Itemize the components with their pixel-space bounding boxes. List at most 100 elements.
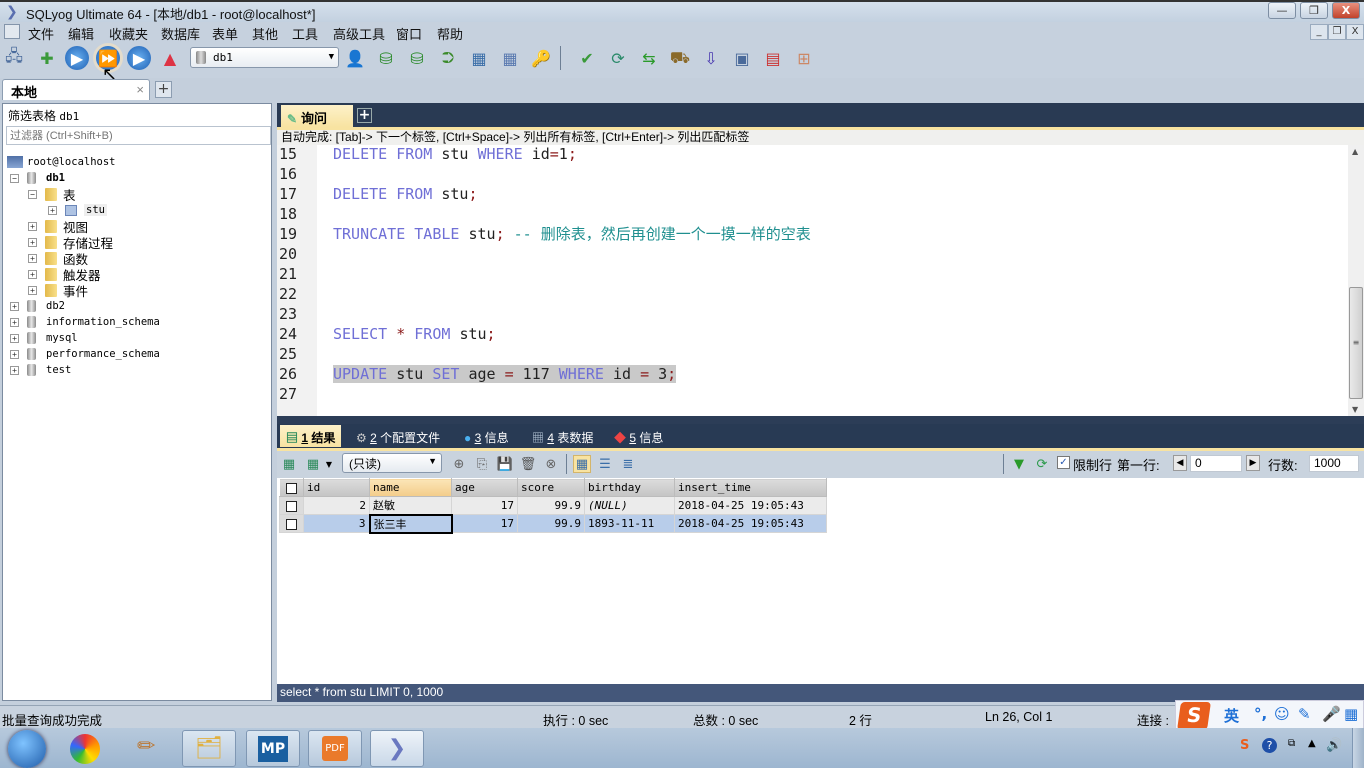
- menu-window[interactable]: 窗口: [396, 24, 422, 43]
- grid-view-icon[interactable]: ▦: [573, 455, 591, 473]
- tab-info[interactable]: ● 3 信息: [458, 425, 515, 447]
- execute-query-icon[interactable]: ▶: [65, 46, 89, 70]
- expand-icon[interactable]: +: [48, 205, 57, 215]
- new-query-icon[interactable]: ✚: [35, 46, 59, 70]
- expand-icon[interactable]: +: [28, 269, 37, 279]
- sql-validate-icon[interactable]: ✔: [575, 46, 599, 70]
- tray-network-icon[interactable]: ⧉: [1288, 738, 1295, 749]
- table-data-icon[interactable]: ▦: [498, 46, 522, 70]
- minimize-button[interactable]: —: [1268, 2, 1296, 19]
- table-row[interactable]: 3 张三丰 17 99.9 1893-11-11 2018-04-25 19:0…: [279, 513, 827, 534]
- column-header-birthday[interactable]: birthday: [584, 478, 675, 497]
- add-query-tab-button[interactable]: +: [357, 108, 372, 123]
- cell-score[interactable]: 99.9: [517, 514, 585, 533]
- tab-info-2[interactable]: ◆ 5 信息: [608, 425, 669, 447]
- start-button[interactable]: [8, 730, 46, 768]
- toolbox-icon[interactable]: ▦: [1344, 705, 1358, 723]
- tree-db-db2[interactable]: + db2: [10, 298, 65, 314]
- prev-page-button[interactable]: ◀: [1173, 455, 1187, 471]
- column-header-name[interactable]: name: [369, 478, 452, 497]
- tab-result[interactable]: ▤ 1 结果: [280, 425, 342, 447]
- tray-volume-icon[interactable]: 🔊: [1326, 738, 1342, 753]
- color-app-icon[interactable]: [70, 734, 100, 764]
- paint-app-icon[interactable]: ✏: [137, 734, 155, 759]
- table-row[interactable]: 2 赵敏 17 99.9 (NULL) 2018-04-25 19:05:43: [279, 496, 827, 515]
- restore-db-icon[interactable]: ⛁: [405, 46, 429, 70]
- tree-db-mysql[interactable]: + mysql: [10, 330, 78, 346]
- menu-tools[interactable]: 工具: [292, 24, 318, 43]
- sogou-logo-icon[interactable]: S: [1177, 702, 1211, 730]
- mdi-restore-button[interactable]: ❐: [1328, 24, 1346, 40]
- scheduled-job-icon[interactable]: ▣: [730, 46, 754, 70]
- filter-input[interactable]: [6, 126, 271, 145]
- microphone-icon[interactable]: 🎤: [1322, 705, 1341, 723]
- tree-db-db1[interactable]: − db1: [10, 170, 65, 186]
- cell-score[interactable]: 99.9: [517, 496, 585, 515]
- line-code[interactable]: DELETE FROM stu;: [333, 185, 478, 203]
- expand-icon[interactable]: +: [28, 221, 37, 231]
- refresh-icon[interactable]: ⟳: [1033, 455, 1051, 473]
- tree-folder-tables[interactable]: − 表: [28, 186, 76, 203]
- line-code[interactable]: UPDATE stu SET age = 117 WHERE id = 3;: [333, 365, 677, 383]
- ime-toolbar[interactable]: S 英 °, ☺ ✎ 🎤 ▦: [1175, 700, 1364, 730]
- user-manager-icon[interactable]: 👤: [343, 46, 367, 70]
- cell-birthday[interactable]: (NULL): [584, 496, 675, 515]
- tree-db-performance-schema[interactable]: + performance_schema: [10, 346, 160, 362]
- show-desktop-button[interactable]: [1352, 728, 1364, 768]
- add-connection-tab-button[interactable]: +: [155, 81, 172, 98]
- tab-profile[interactable]: ⚙ 2 个配置文件: [350, 425, 446, 447]
- expand-icon[interactable]: +: [28, 237, 37, 247]
- menu-advanced-tools[interactable]: 高级工具: [333, 24, 385, 43]
- pen-icon[interactable]: ✎: [1298, 705, 1311, 723]
- expand-icon[interactable]: +: [28, 285, 37, 295]
- menu-other[interactable]: 其他: [252, 24, 278, 43]
- export-table-icon[interactable]: ▦: [467, 46, 491, 70]
- compare-schema-icon[interactable]: ⇆: [637, 46, 661, 70]
- backup-db-icon[interactable]: ⛁: [374, 46, 398, 70]
- ime-punct-toggle[interactable]: °,: [1254, 705, 1267, 723]
- taskbar-pdf[interactable]: PDF: [308, 730, 362, 767]
- mdi-close-button[interactable]: X: [1346, 24, 1364, 40]
- scroll-up-icon[interactable]: ▲: [1352, 147, 1358, 156]
- column-header-insert-time[interactable]: insert_time: [674, 478, 827, 497]
- new-connection-icon[interactable]: 🖧: [2, 46, 26, 70]
- form-view-icon[interactable]: ☰: [596, 455, 614, 473]
- taskbar-mp[interactable]: MP: [246, 730, 300, 767]
- first-row-input[interactable]: 0: [1190, 455, 1242, 472]
- line-code[interactable]: DELETE FROM stu WHERE id=1;: [333, 145, 577, 163]
- database-selector[interactable]: db1 ▼: [190, 47, 339, 68]
- menu-favorites[interactable]: 收藏夹: [109, 24, 148, 43]
- schema-designer-icon[interactable]: ▲: [158, 46, 182, 70]
- connection-tab[interactable]: 本地 ×: [2, 79, 150, 100]
- menu-table[interactable]: 表单: [212, 24, 238, 43]
- expand-icon[interactable]: +: [10, 317, 19, 327]
- column-header-score[interactable]: score: [517, 478, 585, 497]
- column-header-id[interactable]: id: [303, 478, 370, 497]
- menu-file[interactable]: 文件: [28, 24, 54, 43]
- tray-expand-icon[interactable]: ▲: [1308, 738, 1316, 749]
- delete-icon[interactable]: 🗑: [519, 455, 537, 473]
- tab-query[interactable]: ✎ 询问: [281, 105, 353, 127]
- select-all-checkbox[interactable]: [279, 478, 304, 497]
- cell-age[interactable]: 17: [451, 496, 518, 515]
- text-view-icon[interactable]: ≣: [619, 455, 637, 473]
- restore-button[interactable]: ❐: [1300, 2, 1328, 19]
- tray-help-icon[interactable]: ?: [1262, 738, 1277, 753]
- taskbar-sqlyog[interactable]: ❯: [370, 730, 424, 767]
- row-count-input[interactable]: 1000: [1309, 455, 1359, 472]
- data-transfer-icon[interactable]: ⇩: [699, 46, 723, 70]
- cell-birthday[interactable]: 1893-11-11: [584, 514, 675, 533]
- expand-icon[interactable]: +: [28, 253, 37, 263]
- schema-sync-icon[interactable]: ⊞: [792, 46, 816, 70]
- collapse-icon[interactable]: −: [28, 189, 37, 199]
- next-page-button[interactable]: ▶: [1246, 455, 1260, 471]
- row-checkbox[interactable]: [279, 514, 304, 533]
- menu-database[interactable]: 数据库: [161, 24, 200, 43]
- cancel-changes-icon[interactable]: ⊗: [542, 455, 560, 473]
- chevron-down-icon[interactable]: ▼: [320, 455, 338, 473]
- import-icon[interactable]: ⮊: [436, 46, 460, 70]
- readonly-mode-select[interactable]: (只读) ▼: [342, 453, 442, 473]
- collapse-icon[interactable]: −: [10, 173, 19, 183]
- export-result-icon[interactable]: ▦: [280, 455, 298, 473]
- execute-edit-icon[interactable]: ▶: [127, 46, 151, 70]
